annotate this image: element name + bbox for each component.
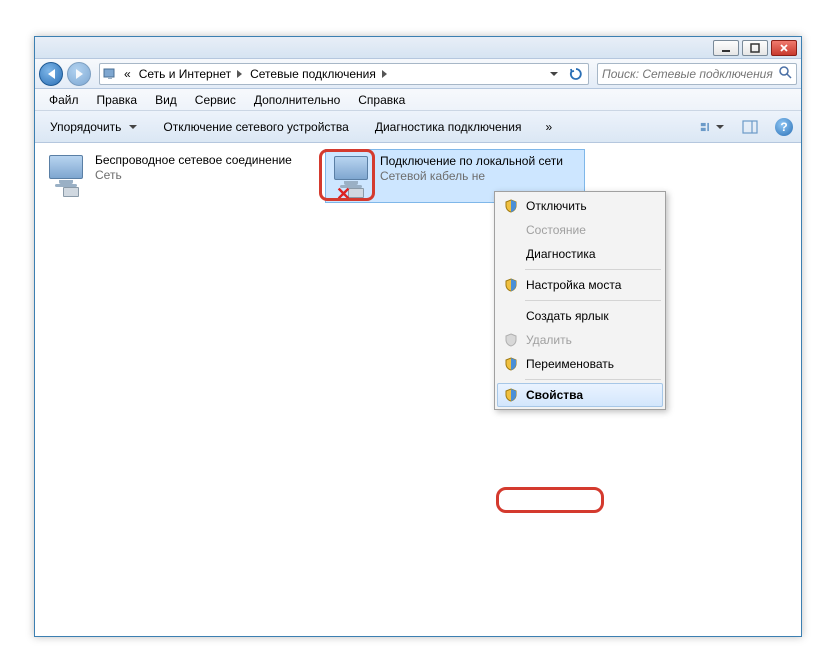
ctx-bridge-label: Настройка моста [522,278,656,292]
annotation-highlight-properties [496,487,604,513]
connection-wireless[interactable]: Беспроводное сетевое соединение Сеть [41,149,301,201]
maximize-button[interactable] [742,40,768,56]
overflow-button[interactable]: » [541,116,558,138]
content-area[interactable]: Беспроводное сетевое соединение Сеть ✕ П… [35,143,801,636]
menubar: Файл Правка Вид Сервис Дополнительно Спр… [35,89,801,111]
ctx-shortcut[interactable]: Создать ярлык [497,304,663,328]
ctx-separator [525,379,661,380]
ctx-disable[interactable]: Отключить [497,194,663,218]
ctx-properties[interactable]: Свойства [497,383,663,407]
view-mode-button[interactable] [699,116,725,138]
ctx-rename[interactable]: Переименовать [497,352,663,376]
forward-button[interactable] [67,62,91,86]
breadcrumb-level1[interactable]: Сеть и Интернет [135,64,246,84]
wireless-icon [45,153,89,197]
wireless-line2: Сеть [95,168,292,183]
ctx-diagnose-label: Диагностика [522,247,656,261]
close-button[interactable] [771,40,797,56]
ctx-diagnose[interactable]: Диагностика [497,242,663,266]
breadcrumb-prefix[interactable]: « [120,64,135,84]
command-bar: Упорядочить Отключение сетевого устройст… [35,111,801,143]
lan-icon: ✕ [330,154,374,198]
organize-label: Упорядочить [50,120,121,134]
refresh-button[interactable] [566,65,586,83]
menu-view[interactable]: Вид [147,91,185,109]
explorer-window: « Сеть и Интернет Сетевые подключения Фа… [34,36,802,637]
diagnose-label: Диагностика подключения [375,120,522,134]
lan-line2: Сетевой кабель не [380,169,563,184]
menu-edit[interactable]: Правка [89,91,146,109]
ctx-shortcut-label: Создать ярлык [522,309,656,323]
ctx-status-label: Состояние [522,223,656,237]
shield-icon [500,388,522,402]
address-bar[interactable]: « Сеть и Интернет Сетевые подключения [99,63,589,85]
shield-icon [500,333,522,347]
preview-pane-button[interactable] [737,116,763,138]
ctx-bridge[interactable]: Настройка моста [497,273,663,297]
menu-tools[interactable]: Сервис [187,91,244,109]
breadcrumb-level2-label: Сетевые подключения [250,67,376,81]
ctx-delete-label: Удалить [522,333,656,347]
ctx-separator [525,269,661,270]
back-button[interactable] [39,62,63,86]
wireless-title: Беспроводное сетевое соединение [95,153,292,168]
search-icon[interactable] [778,65,792,82]
breadcrumb-level1-label: Сеть и Интернет [139,67,231,81]
diagnose-button[interactable]: Диагностика подключения [368,116,529,138]
location-icon [100,64,120,84]
menu-extra[interactable]: Дополнительно [246,91,348,109]
menu-help[interactable]: Справка [350,91,413,109]
help-button[interactable]: ? [775,118,793,136]
disable-device-label: Отключение сетевого устройства [163,120,348,134]
menu-file[interactable]: Файл [41,91,87,109]
disable-device-button[interactable]: Отключение сетевого устройства [156,116,355,138]
search-input[interactable] [602,67,778,81]
titlebar [35,37,801,59]
ctx-rename-label: Переименовать [522,357,656,371]
ctx-properties-label: Свойства [522,388,656,402]
disconnected-x-icon: ✕ [336,184,351,205]
minimize-button[interactable] [713,40,739,56]
ctx-separator [525,300,661,301]
context-menu: Отключить Состояние Диагностика Настройк… [494,191,666,410]
shield-icon [500,199,522,213]
shield-icon [500,357,522,371]
organize-button[interactable]: Упорядочить [43,116,144,138]
ctx-status: Состояние [497,218,663,242]
ctx-delete: Удалить [497,328,663,352]
nav-row: « Сеть и Интернет Сетевые подключения [35,59,801,89]
ctx-disable-label: Отключить [522,199,656,213]
shield-icon [500,278,522,292]
address-dropdown[interactable] [544,65,564,83]
lan-title: Подключение по локальной сети [380,154,563,169]
search-box[interactable] [597,63,797,85]
breadcrumb-level2[interactable]: Сетевые подключения [246,64,391,84]
